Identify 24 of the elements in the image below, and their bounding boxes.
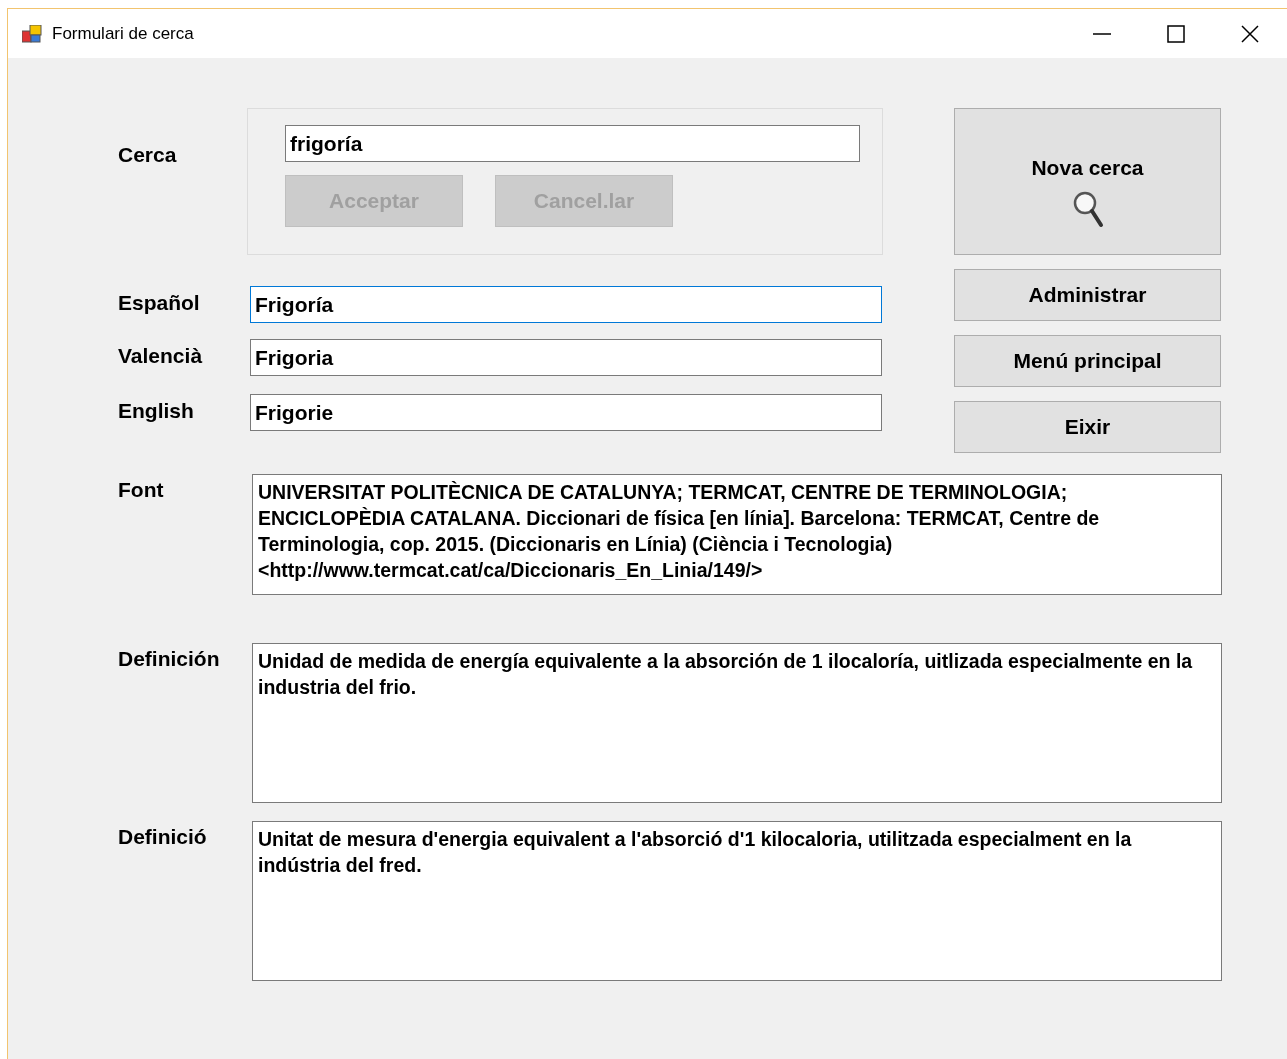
term-field[interactable]: Frigorie [250, 394, 882, 431]
search-icon [1071, 189, 1104, 228]
search-label: Cerca [118, 142, 178, 167]
term-label: English [118, 398, 195, 423]
action-button[interactable]: Administrar [954, 269, 1221, 321]
detail-text-area[interactable]: Unidad de medida de energía equivalente a la absorción de 1 ilocaloría, uitlizada especialmente en la industria del frio. [252, 643, 1222, 803]
action-button[interactable]: Nova cerca [954, 108, 1221, 255]
term-label: Valencià [118, 343, 204, 368]
term-label: Español [118, 290, 201, 315]
detail-text-area[interactable]: UNIVERSITAT POLITÈCNICA DE CATALUNYA; TERMCAT, CENTRE DE TERMINOLOGIA; ENCICLOPÈDIA CATALANA. Diccionari de física [en línia]. Barcelona: TERMCAT, Centre de Terminologia, cop. 2015. (Diccionaris en Línia) (Ciència i Tecnologia)<http://www.termcat.cat/ca/Diccionaris_En_Linia/149/> [252, 474, 1222, 595]
detail-text-area[interactable]: Unitat de mesura d'energia equivalent a l'absorció d'1 kilocaloria, utilitzada especialment en la indústria del fred. [252, 821, 1222, 981]
window-title: Formulari de cerca [52, 23, 195, 44]
detail-label: Definició [118, 824, 208, 849]
term-field[interactable]: Frigoría [250, 286, 882, 323]
action-button[interactable]: Menú principal [954, 335, 1221, 387]
minimize-icon[interactable] [1093, 32, 1111, 35]
term-field[interactable]: Frigoria [250, 339, 882, 376]
search-field[interactable]: frigoría [285, 125, 860, 162]
close-icon[interactable] [1241, 24, 1259, 43]
detail-label: Definición [118, 646, 221, 671]
app-icon [22, 24, 42, 43]
maximize-icon[interactable] [1167, 24, 1185, 43]
detail-label: Font [118, 477, 165, 502]
action-button[interactable]: Eixir [954, 401, 1221, 453]
